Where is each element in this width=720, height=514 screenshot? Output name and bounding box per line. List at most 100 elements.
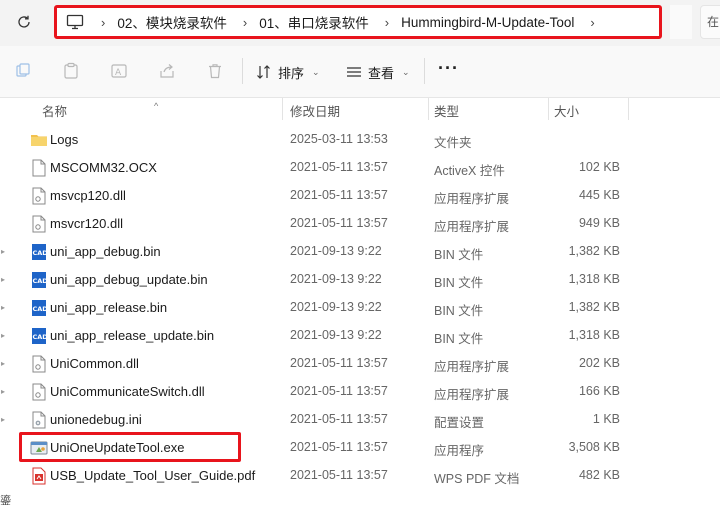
this-pc-icon[interactable]	[65, 12, 85, 32]
chevron-right-icon[interactable]: ›	[243, 15, 247, 30]
file-row[interactable]: ▸ UniCommunicateSwitch.dll 2021-05-11 13…	[0, 378, 720, 406]
view-button[interactable]: 查看 ⌄	[346, 59, 410, 85]
address-row: › 02、模块烧录软件 › 01、串口烧录软件 › Hummingbird-M-…	[0, 0, 720, 46]
column-divider[interactable]	[428, 98, 429, 120]
breadcrumb-item[interactable]: Hummingbird-M-Update-Tool	[401, 15, 574, 30]
file-name: UniOneUpdateTool.exe	[50, 440, 185, 455]
delete-button[interactable]	[204, 60, 226, 82]
file-name: Logs	[50, 132, 79, 147]
file-name: uni_app_release_update.bin	[50, 328, 215, 343]
file-row[interactable]: ▸ CAD uni_app_release_update.bin 2021-09…	[0, 322, 720, 350]
breadcrumb-item[interactable]: 01、串口烧录软件	[259, 12, 369, 32]
column-header-date[interactable]: 修改日期	[290, 101, 340, 120]
file-size: 482 KB	[578, 468, 620, 482]
file-size: 445 KB	[578, 188, 620, 202]
file-type: BIN 文件	[434, 332, 484, 346]
cad-file-icon: CAD	[30, 299, 48, 317]
file-type: 应用程序扩展	[434, 220, 510, 234]
file-name: MSCOMM32.OCX	[50, 160, 157, 175]
file-type: 应用程序扩展	[434, 192, 510, 206]
cut-button[interactable]	[12, 60, 34, 82]
column-header-name[interactable]: 名称	[42, 101, 67, 120]
rename-button[interactable]: A	[108, 60, 130, 82]
file-name: UniCommunicateSwitch.dll	[50, 384, 205, 399]
file-type: 配置设置	[434, 416, 485, 430]
refresh-button[interactable]	[12, 10, 36, 34]
address-bar-end[interactable]	[670, 5, 692, 39]
view-label: 查看	[368, 65, 395, 81]
chevron-down-icon: ⌄	[402, 66, 410, 77]
file-date: 2025-03-11 13:53	[290, 132, 388, 146]
trash-icon	[209, 64, 221, 79]
file-size: 1,382 KB	[568, 244, 620, 258]
column-divider[interactable]	[628, 98, 629, 120]
column-divider[interactable]	[548, 98, 549, 120]
file-size: 102 KB	[578, 160, 620, 174]
toolbar-divider	[242, 58, 243, 84]
file-row[interactable]: ▸ UniCommon.dll 2021-05-11 13:57 应用程序扩展 …	[0, 350, 720, 378]
view-icon	[347, 67, 361, 77]
chevron-right-icon[interactable]: ›	[590, 15, 594, 30]
file-name: uni_app_release.bin	[50, 300, 168, 315]
file-icon	[30, 159, 48, 177]
chevron-right-icon[interactable]: ›	[385, 15, 389, 30]
file-row[interactable]: ▸ CAD uni_app_release.bin 2021-09-13 9:2…	[0, 294, 720, 322]
file-row-selected[interactable]: UniOneUpdateTool.exe 2021-05-11 13:57 应用…	[0, 434, 720, 462]
file-row[interactable]: MSCOMM32.OCX 2021-05-11 13:57 ActiveX 控件…	[0, 154, 720, 182]
file-row[interactable]: Logs 2025-03-11 13:53 文件夹	[0, 126, 720, 154]
column-divider[interactable]	[282, 98, 283, 120]
file-date: 2021-05-11 13:57	[290, 412, 388, 426]
file-type: BIN 文件	[434, 304, 484, 318]
svg-text:CAD: CAD	[33, 333, 49, 341]
more-options-button[interactable]: ···	[438, 58, 459, 79]
share-icon	[160, 64, 174, 78]
file-date: 2021-05-11 13:57	[290, 160, 388, 174]
cut-icon	[16, 63, 30, 77]
svg-text:CAD: CAD	[33, 305, 49, 313]
breadcrumb-item[interactable]: 02、模块烧录软件	[117, 12, 227, 32]
svg-text:A: A	[115, 68, 122, 78]
clipboard-icon	[64, 62, 78, 79]
sort-label: 排序	[278, 65, 305, 81]
sort-caret-icon: ^	[154, 101, 159, 111]
address-bar[interactable]: › 02、模块烧录软件 › 01、串口烧录软件 › Hummingbird-M-…	[54, 5, 662, 39]
svg-text:CAD: CAD	[33, 249, 49, 257]
file-date: 2021-05-11 13:57	[290, 188, 388, 202]
file-row[interactable]: ▸ CAD uni_app_debug.bin 2021-09-13 9:22 …	[0, 238, 720, 266]
file-size: 1,318 KB	[568, 328, 620, 342]
file-date: 2021-05-11 13:57	[290, 440, 388, 454]
file-date: 2021-05-11 13:57	[290, 216, 388, 230]
dll-file-icon	[30, 187, 48, 205]
file-row[interactable]: msvcr120.dll 2021-05-11 13:57 应用程序扩展 949…	[0, 210, 720, 238]
column-header-size[interactable]: 大小	[554, 101, 579, 120]
file-date: 2021-09-13 9:22	[290, 300, 382, 314]
file-name: msvcr120.dll	[50, 216, 123, 231]
exe-app-icon	[30, 439, 48, 457]
file-row[interactable]: msvcp120.dll 2021-05-11 13:57 应用程序扩展 445…	[0, 182, 720, 210]
file-row[interactable]: ▸ unionedebug.ini 2021-05-11 13:57 配置设置 …	[0, 406, 720, 434]
svg-text:CAD: CAD	[33, 277, 49, 285]
cad-file-icon: CAD	[30, 271, 48, 289]
file-type: 应用程序扩展	[434, 388, 510, 402]
file-type: WPS PDF 文档	[434, 472, 520, 486]
dll-file-icon	[30, 355, 48, 373]
file-type: BIN 文件	[434, 276, 484, 290]
share-button[interactable]	[156, 60, 178, 82]
copy-button[interactable]	[60, 60, 82, 82]
file-type: 文件夹	[434, 136, 472, 150]
navigation-pane-text: 鎏	[0, 495, 11, 507]
search-box[interactable]: 在	[700, 5, 720, 39]
chevron-down-icon: ⌄	[312, 66, 320, 77]
rename-icon: A	[111, 64, 127, 78]
file-type: 应用程序	[434, 444, 485, 458]
folder-icon	[30, 131, 48, 149]
chevron-right-icon[interactable]: ›	[101, 15, 105, 30]
dll-file-icon	[30, 383, 48, 401]
file-size: 1,382 KB	[568, 300, 620, 314]
column-header-type[interactable]: 类型	[434, 101, 459, 120]
column-header-row: ^ 名称 修改日期 类型 大小	[0, 98, 720, 120]
navigation-pane-edge[interactable]	[0, 120, 10, 514]
sort-button[interactable]: 排序 ⌄	[256, 59, 320, 85]
file-row[interactable]: ▸ CAD uni_app_debug_update.bin 2021-09-1…	[0, 266, 720, 294]
file-row[interactable]: USB_Update_Tool_User_Guide.pdf 2021-05-1…	[0, 462, 720, 490]
